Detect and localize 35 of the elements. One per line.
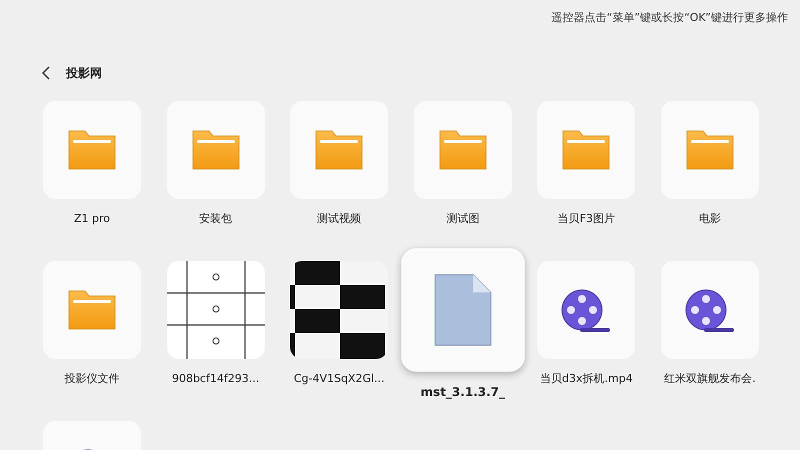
back-icon[interactable] <box>42 66 50 80</box>
file-tile[interactable] <box>43 261 141 359</box>
file-name: 测试图 <box>446 211 480 227</box>
file-tile[interactable] <box>166 101 265 199</box>
file-name: 电影 <box>698 211 721 227</box>
folder-icon <box>561 129 612 171</box>
file-tile[interactable] <box>43 101 141 199</box>
file-tile[interactable] <box>290 101 388 199</box>
file-name: 投影仪文件 <box>64 371 120 387</box>
folder-icon <box>67 129 117 171</box>
folder-title: 投影网 <box>66 64 102 82</box>
file-name: Z1 pro <box>74 211 110 227</box>
file-name: mst_3.1.3.7_ <box>420 384 506 401</box>
folder-icon <box>190 129 241 171</box>
file-name: 红米双旗舰发布会. <box>664 371 756 387</box>
file-icon <box>432 272 494 348</box>
folder-icon <box>684 129 735 171</box>
file-tile[interactable] <box>660 261 759 359</box>
film-reel-icon <box>684 288 736 332</box>
file-tile[interactable] <box>401 248 525 372</box>
file-name: 当贝F3图片 <box>558 211 616 227</box>
file-tile[interactable] <box>537 261 636 359</box>
folder-icon <box>438 129 488 171</box>
file-name: 测试视频 <box>317 211 362 227</box>
file-name: Cg-4V1SqX2Gl... <box>294 371 385 387</box>
file-tile[interactable] <box>660 101 759 199</box>
file-name: 908bcf14f293... <box>172 371 260 387</box>
file-name: 当贝d3x拆机.mp4 <box>540 371 633 387</box>
folder-icon <box>314 129 364 171</box>
folder-icon <box>67 289 117 331</box>
file-name: 安装包 <box>199 211 232 227</box>
hint-text: 遥控器点击“菜单”键或长按“OK”键进行更多操作 <box>552 10 788 26</box>
file-tile[interactable] <box>537 101 636 199</box>
film-reel-icon <box>560 288 612 332</box>
file-tile[interactable] <box>414 101 512 199</box>
